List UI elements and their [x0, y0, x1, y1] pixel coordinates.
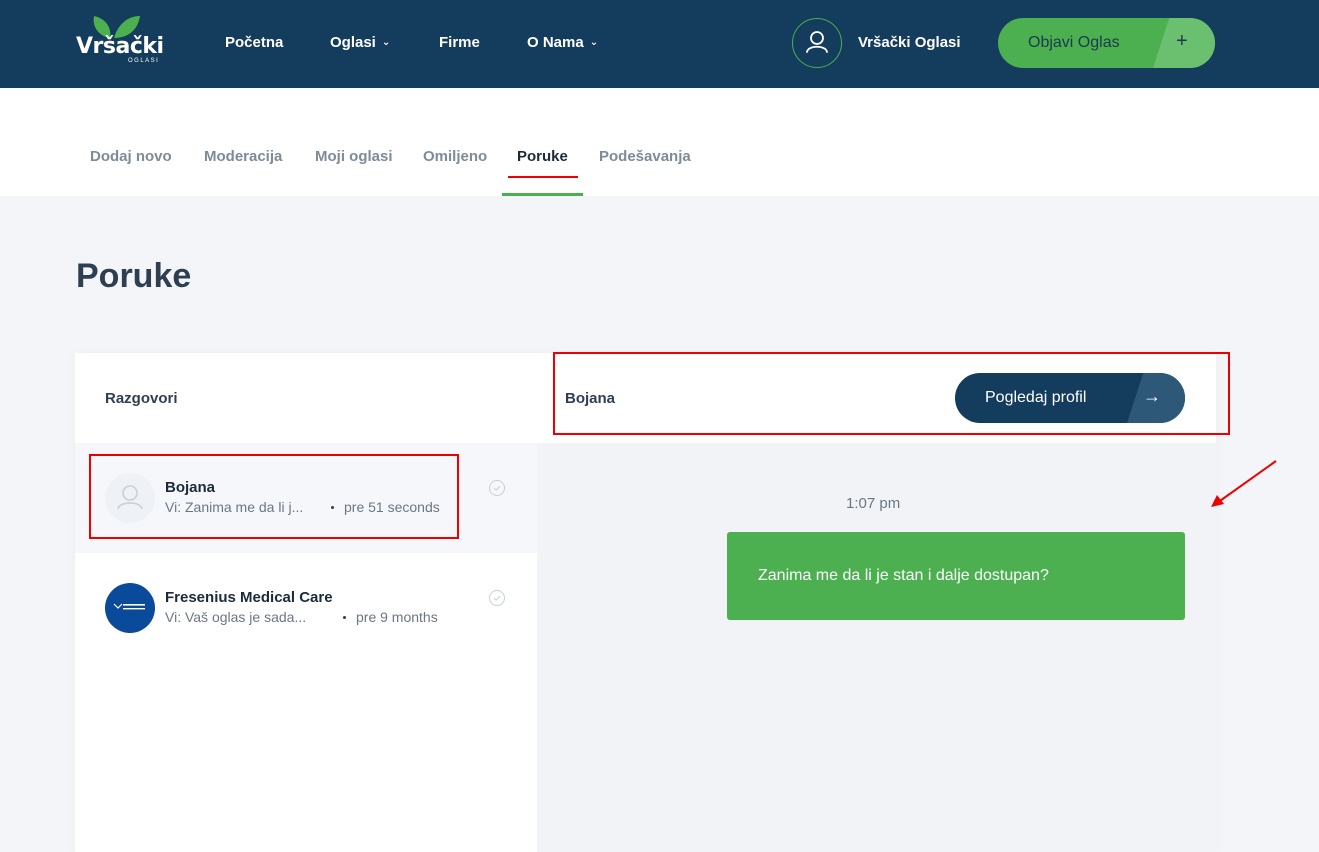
nav-item-o-nama[interactable]: O Nama ⌄ [527, 34, 598, 54]
message-timestamp: 1:07 pm [846, 495, 901, 512]
conversations-header: Razgovori [75, 353, 537, 443]
tab-omiljeno[interactable]: Omiljeno [423, 148, 487, 165]
tab-moderacija[interactable]: Moderacija [204, 148, 282, 165]
logo-subtext: OGLASI [128, 58, 160, 64]
conversation-time: pre 9 months [356, 609, 438, 625]
post-ad-button[interactable]: Objavi Oglas + [998, 18, 1215, 68]
annotation-box-chat-header [553, 352, 1230, 435]
tab-dodaj-novo[interactable]: Dodaj novo [90, 148, 172, 165]
chevron-down-icon: ⌄ [381, 37, 391, 48]
read-check-icon [489, 480, 505, 496]
conversation-item-fresenius[interactable]: Fresenius Medical Care Vi: Vaš oglas je … [75, 553, 537, 663]
chat-area: 1:07 pm Zanima me da li je stan i dalje … [537, 443, 1216, 852]
conversation-name: Fresenius Medical Care [165, 589, 333, 606]
nav-label: Oglasi [330, 34, 376, 51]
nav-label: Firme [439, 34, 480, 51]
user-avatar-button[interactable] [792, 18, 842, 68]
user-icon [805, 30, 828, 53]
nav-label: O Nama [527, 34, 584, 51]
tab-podesavanja[interactable]: Podešavanja [599, 148, 691, 165]
chevron-down-icon: ⌄ [589, 37, 599, 48]
fresenius-logo-icon [113, 603, 145, 610]
top-navbar: Vršački OGLASI Početna Oglasi ⌄ Firme O N… [0, 0, 1319, 88]
page-title: Poruke [76, 257, 192, 295]
nav-item-pocetna[interactable]: Početna [225, 34, 283, 54]
account-tabs: Dodaj novo Moderacija Moji oglasi Omilje… [0, 88, 1319, 196]
annotation-underline [508, 176, 578, 178]
message-bubble-outgoing: Zanima me da li je stan i dalje dostupan… [727, 532, 1185, 620]
nav-label: Početna [225, 34, 284, 51]
logo-text: Vršački [76, 34, 164, 59]
tab-moji-oglasi[interactable]: Moji oglasi [315, 148, 393, 165]
active-tab-indicator [502, 193, 583, 196]
tab-poruke[interactable]: Poruke [517, 148, 568, 165]
nav-item-oglasi[interactable]: Oglasi ⌄ [330, 34, 390, 54]
nav-item-firme[interactable]: Firme [439, 34, 480, 54]
conversations-title: Razgovori [105, 390, 178, 407]
message-text: Zanima me da li je stan i dalje dostupan… [758, 567, 1049, 584]
annotation-box-conversation [89, 454, 459, 539]
read-check-icon [489, 590, 505, 606]
company-logo-avatar [105, 583, 155, 633]
plus-icon: + [1176, 30, 1188, 52]
post-ad-label: Objavi Oglas [1028, 34, 1120, 51]
annotation-arrow-icon [1211, 460, 1277, 507]
user-name-link[interactable]: Vršački Oglasi [858, 34, 961, 51]
site-logo[interactable]: Vršački OGLASI [76, 14, 168, 68]
separator-dot [343, 616, 346, 619]
conversation-preview: Vi: Vaš oglas je sada... [165, 609, 307, 625]
